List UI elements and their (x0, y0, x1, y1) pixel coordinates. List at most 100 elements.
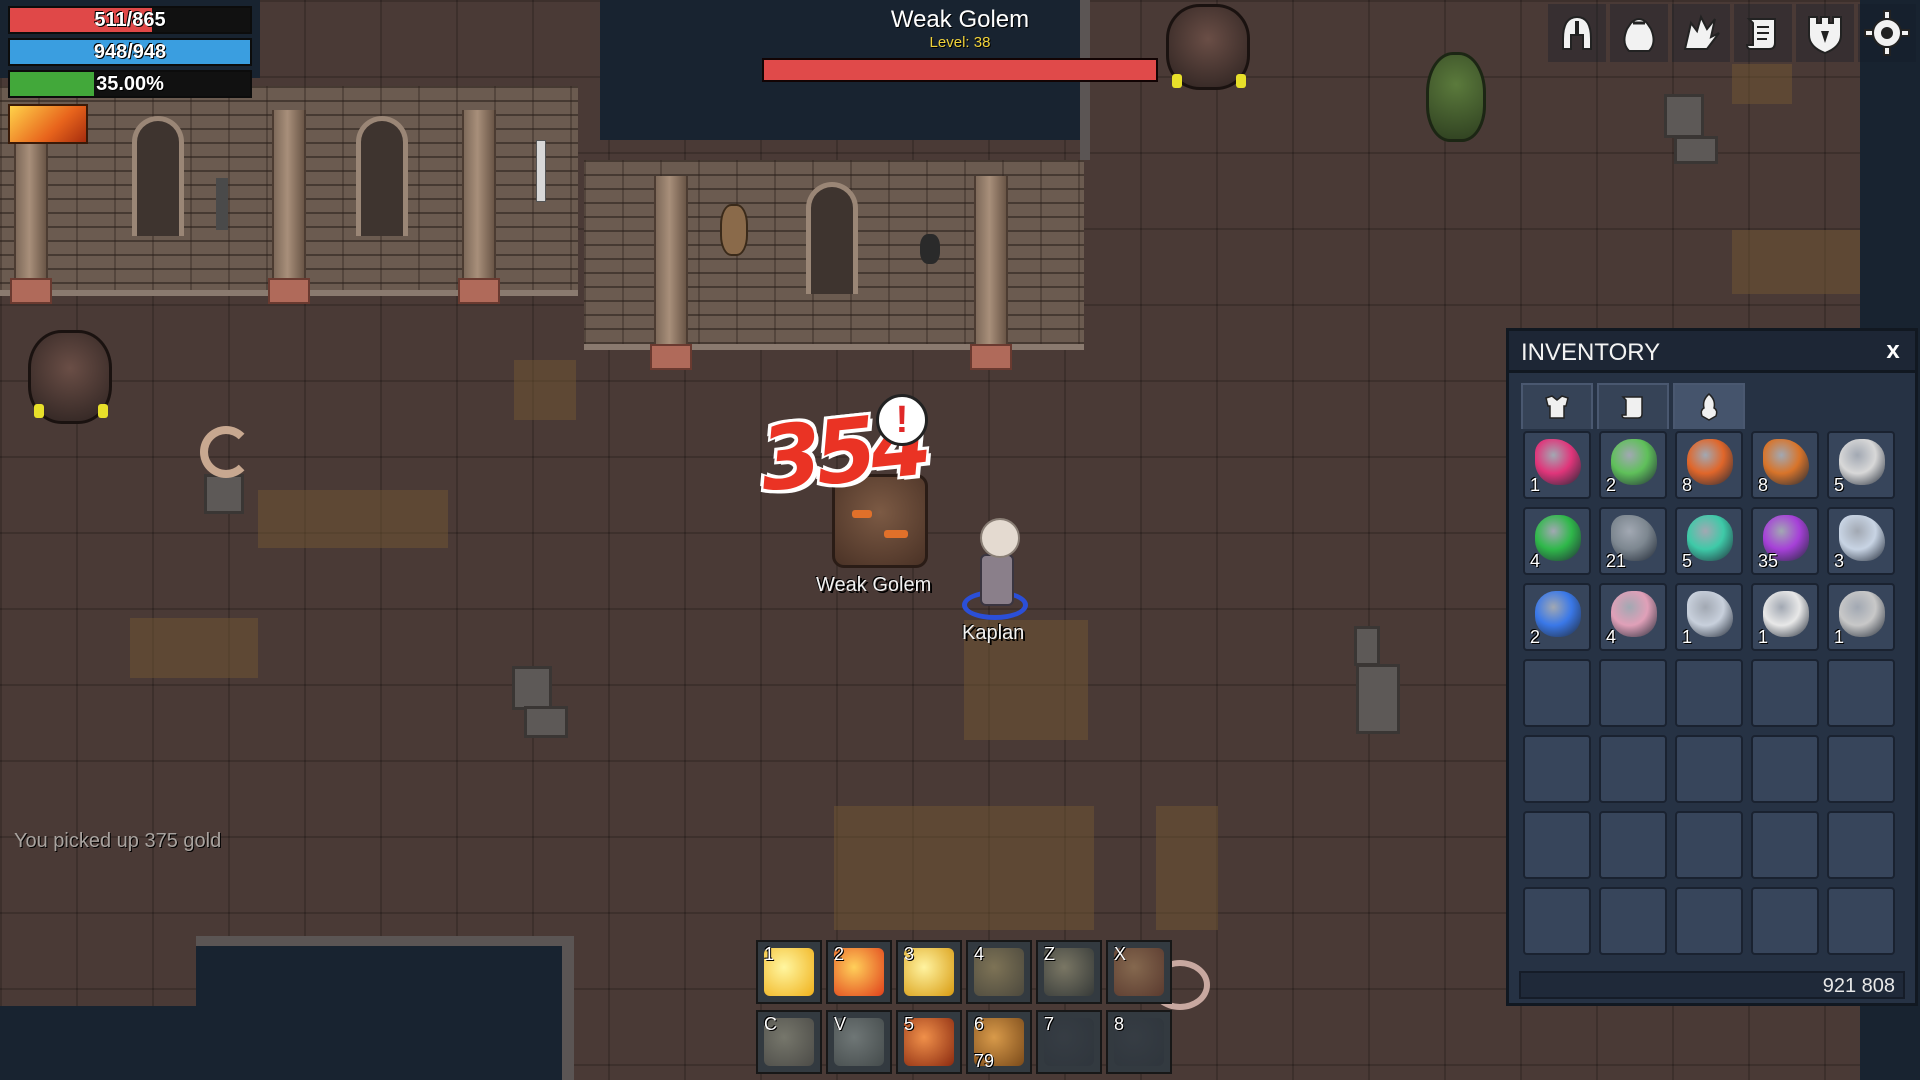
wing-icon (1683, 14, 1720, 50)
wall-archway (132, 116, 184, 236)
guild-button[interactable] (1796, 4, 1854, 62)
hotbar-slot-6[interactable]: 6 79 (966, 1010, 1032, 1074)
hotkey-label: 4 (974, 944, 985, 964)
inventory-slot[interactable]: 1 (1523, 431, 1591, 499)
target-name: Weak Golem (890, 6, 1030, 33)
hotbar-slot-3[interactable]: 3 (896, 940, 962, 1004)
target-level: Level: 38 (929, 34, 991, 51)
inventory-slot-empty[interactable] (1675, 735, 1743, 803)
inventory-slot-empty[interactable] (1751, 811, 1819, 879)
hotbar-slot-z[interactable]: Z (1036, 940, 1102, 1004)
inventory-slot-empty[interactable] (1675, 811, 1743, 879)
herb-tab-icon (1700, 393, 1718, 421)
hotbar-slot-4[interactable]: 4 (966, 940, 1032, 1004)
inventory-panel: INVENTORY x 1 2 8 8 5 4 21 5 35 3 2 4 1 1 1 921 808 (1506, 328, 1918, 1006)
fire-buff-icon[interactable] (8, 104, 88, 144)
inventory-slot[interactable]: 3 (1827, 507, 1895, 575)
inventory-slot[interactable]: 8 (1751, 431, 1819, 499)
wall-sword-decoration (536, 140, 546, 202)
inventory-header[interactable]: INVENTORY x (1509, 331, 1915, 373)
silver-ore-icon (1839, 515, 1885, 561)
hotbar-slot-5[interactable]: 5 (896, 1010, 962, 1074)
inventory-slot[interactable]: 2 (1599, 431, 1667, 499)
inventory-slot-empty[interactable] (1751, 887, 1819, 955)
player-character[interactable] (980, 554, 1014, 606)
item-count: 8 (1758, 475, 1769, 495)
inventory-slot-empty[interactable] (1523, 735, 1591, 803)
hotbar-slot-7[interactable]: 7 (1036, 1010, 1102, 1074)
inventory-slot-empty[interactable] (1751, 659, 1819, 727)
settings-button[interactable] (1858, 4, 1916, 62)
inventory-slot-empty[interactable] (1599, 735, 1667, 803)
inventory-slot-empty[interactable] (1827, 659, 1895, 727)
inventory-slot-empty[interactable] (1675, 659, 1743, 727)
experience-bar: 35.00% (8, 70, 252, 98)
inventory-slot[interactable]: 1 (1675, 583, 1743, 651)
item-count: 2 (1530, 627, 1541, 647)
gold-amount: 921 808 (1822, 975, 1895, 997)
inventory-slot-empty[interactable] (1827, 887, 1895, 955)
blue-ore-icon (1535, 591, 1581, 637)
inventory-slot[interactable]: 5 (1827, 431, 1895, 499)
dirt-patch (834, 806, 1094, 930)
golem-lava-crack (852, 510, 872, 518)
wall-archway (806, 182, 858, 294)
mana-text: 948/948 (93, 41, 167, 63)
wall-pillar (268, 110, 310, 304)
target-health-fill (764, 60, 1156, 80)
goblin-mob[interactable] (1426, 52, 1486, 142)
hotbar-slot-v[interactable]: V (826, 1010, 892, 1074)
bag-icon (1623, 18, 1655, 52)
inventory-slot[interactable]: 4 (1599, 583, 1667, 651)
tab-armor[interactable] (1521, 383, 1593, 429)
inventory-slot[interactable]: 5 (1675, 507, 1743, 575)
tab-scrolls[interactable] (1597, 383, 1669, 429)
wall-pillar (650, 176, 692, 370)
inventory-slot-empty[interactable] (1599, 811, 1667, 879)
hotbar-slot-1[interactable]: 1 (756, 940, 822, 1004)
stone-block (1664, 94, 1704, 138)
hotbar-slot-8[interactable]: 8 (1106, 1010, 1172, 1074)
inventory-slot-empty[interactable] (1599, 659, 1667, 727)
inventory-slot-empty[interactable] (1751, 735, 1819, 803)
equipment-button[interactable] (1548, 4, 1606, 62)
inventory-slot[interactable]: 35 (1751, 507, 1819, 575)
shield-icon (1808, 16, 1842, 55)
inventory-slot[interactable]: 4 (1523, 507, 1591, 575)
inventory-slot[interactable]: 21 (1599, 507, 1667, 575)
hotbar-slot-2[interactable]: 2 (826, 940, 892, 1004)
item-quantity: 79 (974, 1051, 995, 1071)
inventory-slot[interactable]: 1 (1751, 583, 1819, 651)
stone-block (512, 666, 552, 710)
inventory-slot-empty[interactable] (1523, 659, 1591, 727)
gear-icon (1864, 10, 1910, 56)
dirt-patch (514, 360, 576, 420)
inventory-slot-empty[interactable] (1827, 811, 1895, 879)
inventory-slot[interactable]: 8 (1675, 431, 1743, 499)
hotbar-slot-x[interactable]: X (1106, 940, 1172, 1004)
skills-button[interactable] (1672, 4, 1730, 62)
quests-button[interactable] (1734, 4, 1792, 62)
item-count: 1 (1530, 475, 1541, 495)
close-button[interactable]: x (1879, 337, 1907, 365)
inventory-slot[interactable]: 1 (1827, 583, 1895, 651)
dirt-patch (1732, 230, 1860, 294)
helmet-icon (1562, 15, 1592, 50)
inventory-slot-empty[interactable] (1523, 811, 1591, 879)
armor-tab-icon (1545, 395, 1569, 419)
inventory-slot-empty[interactable] (1675, 887, 1743, 955)
hotbar-slot-c[interactable]: C (756, 1010, 822, 1074)
inventory-slot-empty[interactable] (1523, 887, 1591, 955)
item-count: 2 (1606, 475, 1617, 495)
mana-bar: 948/948 (8, 38, 252, 66)
inventory-slot[interactable]: 2 (1523, 583, 1591, 651)
scroll-tab-icon (1621, 396, 1643, 419)
inventory-button[interactable] (1610, 4, 1668, 62)
inventory-slot-empty[interactable] (1599, 887, 1667, 955)
sword-icon (1839, 591, 1885, 637)
tab-herbs[interactable] (1673, 383, 1745, 429)
golem-mob-claw (1236, 74, 1246, 88)
crescent-statue[interactable] (200, 426, 252, 478)
mushroom-axe-icon (1687, 439, 1733, 485)
inventory-slot-empty[interactable] (1827, 735, 1895, 803)
